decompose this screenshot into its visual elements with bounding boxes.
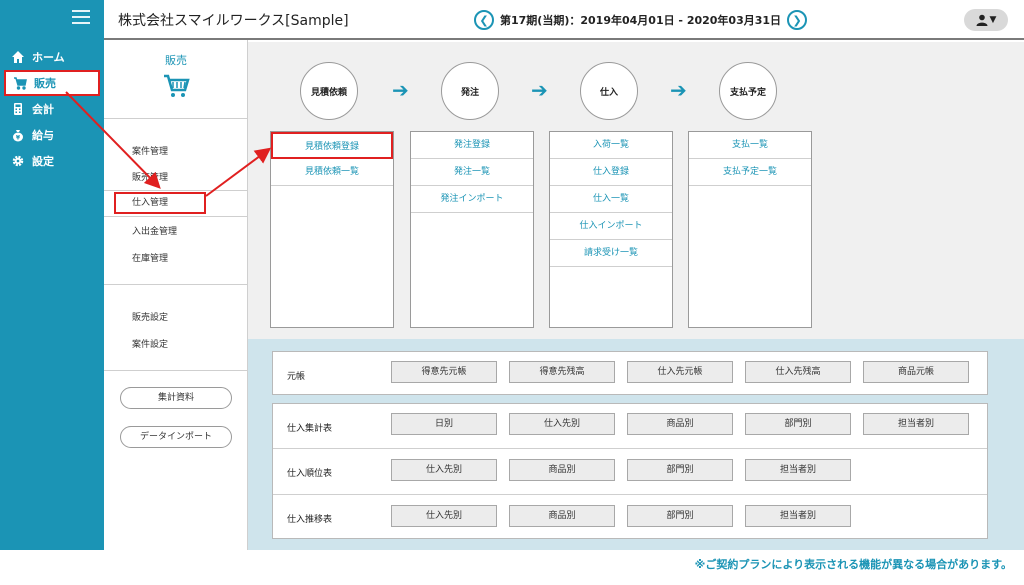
hamburger-menu-icon[interactable] — [72, 10, 90, 24]
report-button[interactable]: 得意先残高 — [509, 361, 615, 383]
flow-node-quote-request: 見積依頼 — [300, 62, 358, 120]
flow-node-payment-schedule: 支払予定 — [719, 62, 777, 120]
payment-list-link[interactable]: 支払一覧 — [689, 132, 811, 159]
nav-item-label: 給与 — [32, 129, 54, 142]
flow-arrow-icon: ➔ — [531, 78, 548, 102]
submenu-item-project-management[interactable]: 案件管理 — [132, 144, 168, 157]
payment-schedule-list-link[interactable]: 支払予定一覧 — [689, 159, 811, 186]
flow-node-purchase: 仕入 — [580, 62, 638, 120]
home-icon — [10, 49, 26, 65]
payment-column: 支払一覧 支払予定一覧 — [688, 131, 812, 328]
summary-reports-button[interactable]: 集計資料 — [120, 387, 232, 409]
submenu-title: 販売 — [165, 54, 187, 67]
submenu-item-purchase-management[interactable]: 仕入管理 — [114, 192, 206, 214]
report-row-ledger: 元帳 得意先元帳 得意先残高 仕入先元帳 仕入先残高 商品元帳 — [272, 351, 988, 395]
report-button[interactable]: 仕入先別 — [391, 459, 497, 481]
quote-request-column: 見積依頼登録 見積依頼一覧 — [270, 131, 394, 328]
order-column: 発注登録 発注一覧 発注インポート — [410, 131, 534, 328]
gear-icon — [10, 153, 26, 169]
nav-item-label: ホーム — [32, 51, 65, 64]
sales-submenu: 販売 案件管理 販売管理 仕入管理 入出金管理 在庫管理 販売設定 案件設定 集… — [104, 40, 248, 550]
nav-item-accounting[interactable]: 会計 — [0, 96, 104, 122]
submenu-item-sales-settings[interactable]: 販売設定 — [132, 310, 168, 323]
main-nav: ホーム 販売 会計 ¥ 給与 設定 — [0, 44, 104, 174]
report-links-area: 元帳 得意先元帳 得意先残高 仕入先元帳 仕入先残高 商品元帳 仕入集計表 日別… — [248, 339, 1024, 550]
app-window: ホーム 販売 会計 ¥ 給与 設定 株式会社スマイルワークス[Sample] ❮… — [0, 0, 1024, 585]
chevron-down-icon: ▼ — [989, 15, 997, 25]
cart-icon — [12, 75, 28, 91]
report-group-purchase: 仕入集計表 日別 仕入先別 商品別 部門別 担当者別 仕入順位表 仕入先別 商品… — [272, 403, 988, 539]
report-button[interactable]: 仕入先別 — [391, 505, 497, 527]
submenu-divider — [104, 284, 248, 285]
report-button[interactable]: 日別 — [391, 413, 497, 435]
bill-received-list-link[interactable]: 請求受け一覧 — [550, 240, 672, 267]
purchase-list-link[interactable]: 仕入一覧 — [550, 186, 672, 213]
purchase-import-link[interactable]: 仕入インポート — [550, 213, 672, 240]
report-button[interactable]: 担当者別 — [863, 413, 969, 435]
submenu-divider — [104, 216, 248, 217]
report-row-label: 仕入推移表 — [287, 515, 333, 525]
submenu-item-cash-management[interactable]: 入出金管理 — [132, 224, 177, 237]
submenu-item-project-settings[interactable]: 案件設定 — [132, 337, 168, 350]
report-button[interactable]: 部門別 — [627, 459, 733, 481]
purchase-column: 入荷一覧 仕入登録 仕入一覧 仕入インポート 請求受け一覧 — [549, 131, 673, 328]
receiving-list-link[interactable]: 入荷一覧 — [550, 132, 672, 159]
report-button[interactable]: 部門別 — [745, 413, 851, 435]
nav-item-label: 会計 — [32, 103, 54, 116]
money-bag-icon: ¥ — [10, 127, 26, 143]
report-row-divider — [273, 494, 987, 495]
report-row-label: 元帳 — [287, 372, 306, 382]
submenu-item-sales-management[interactable]: 販売管理 — [132, 170, 168, 183]
nav-item-label: 設定 — [32, 155, 54, 168]
plan-footnote: ※ご契約プランにより表示される機能が異なる場合があります。 — [694, 558, 1012, 571]
company-name: 株式会社スマイルワークス[Sample] — [118, 13, 349, 29]
quote-request-register-link[interactable]: 見積依頼登録 — [271, 132, 393, 159]
main-sidebar: ホーム 販売 会計 ¥ 給与 設定 — [0, 0, 104, 550]
report-button[interactable]: 部門別 — [627, 505, 733, 527]
report-button[interactable]: 担当者別 — [745, 459, 851, 481]
report-button[interactable]: 仕入先残高 — [745, 361, 851, 383]
nav-item-label: 販売 — [34, 77, 56, 90]
report-row-divider — [273, 448, 987, 449]
flow-arrow-icon: ➔ — [670, 78, 687, 102]
cart-icon — [164, 74, 190, 97]
report-button[interactable]: 得意先元帳 — [391, 361, 497, 383]
report-button[interactable]: 担当者別 — [745, 505, 851, 527]
report-button[interactable]: 商品別 — [509, 459, 615, 481]
purchase-register-link[interactable]: 仕入登録 — [550, 159, 672, 186]
flow-node-order: 発注 — [441, 62, 499, 120]
next-period-button[interactable]: ❯ — [787, 10, 808, 30]
report-button[interactable]: 商品別 — [509, 505, 615, 527]
report-button[interactable]: 仕入先元帳 — [627, 361, 733, 383]
nav-item-sales[interactable]: 販売 — [4, 70, 100, 96]
report-row-label: 仕入順位表 — [287, 469, 333, 479]
quote-request-list-link[interactable]: 見積依頼一覧 — [271, 159, 393, 186]
order-import-link[interactable]: 発注インポート — [411, 186, 533, 213]
report-button[interactable]: 商品元帳 — [863, 361, 969, 383]
prev-period-button[interactable]: ❮ — [474, 10, 494, 30]
nav-item-settings[interactable]: 設定 — [0, 148, 104, 174]
calculator-icon — [10, 101, 26, 117]
submenu-item-inventory-management[interactable]: 在庫管理 — [132, 251, 168, 264]
flow-arrow-icon: ➔ — [392, 78, 409, 102]
fiscal-period-label: 第17期(当期)：2019年04月01日 - 2020年03月31日 — [500, 14, 782, 27]
report-button[interactable]: 商品別 — [627, 413, 733, 435]
submenu-divider — [104, 370, 248, 371]
fiscal-period-switcher: ❮ 第17期(当期)：2019年04月01日 - 2020年03月31日 ❯ — [474, 10, 808, 30]
nav-item-home[interactable]: ホーム — [0, 44, 104, 70]
top-header: 株式会社スマイルワークス[Sample] ❮ 第17期(当期)：2019年04月… — [104, 0, 1024, 40]
submenu-divider — [104, 190, 248, 191]
nav-item-payroll[interactable]: ¥ 給与 — [0, 122, 104, 148]
user-menu-button[interactable]: ▼ — [964, 9, 1008, 31]
report-row-label: 仕入集計表 — [287, 424, 333, 434]
submenu-divider — [104, 118, 248, 119]
data-import-button[interactable]: データインポート — [120, 426, 232, 448]
user-icon — [976, 14, 988, 26]
order-list-link[interactable]: 発注一覧 — [411, 159, 533, 186]
report-button[interactable]: 仕入先別 — [509, 413, 615, 435]
order-register-link[interactable]: 発注登録 — [411, 132, 533, 159]
